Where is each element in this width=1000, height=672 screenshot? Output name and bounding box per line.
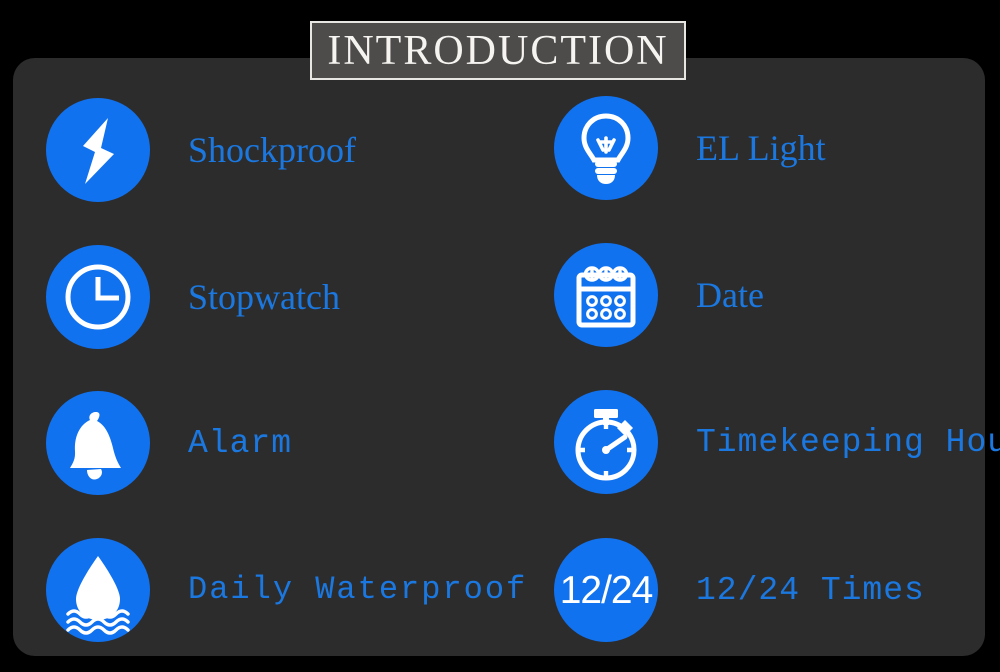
page-title-box: INTRODUCTION [310,21,686,80]
feature-label-alarm: Alarm [188,424,293,462]
feature-label-shockproof: Shockproof [188,130,356,170]
twelve-twentyfour-icon: 12/24 [554,538,658,642]
page-title: INTRODUCTION [327,27,669,74]
stopwatch-icon [554,390,658,494]
feature-label-12-24-times: 12/24 Times [696,571,925,609]
feature-label-el-light: EL Light [696,128,826,168]
feature-item-shockproof: Shockproof [46,98,356,202]
feature-label-stopwatch: Stopwatch [188,277,340,317]
feature-label-daily-waterproof: Daily Waterproof [188,571,528,608]
twelve-twentyfour-icon-text: 12/24 [559,568,654,612]
calendar-icon [554,243,658,347]
feature-item-daily-waterproof: Daily Waterproof [46,538,527,642]
introduction-panel-screenshot: INTRODUCTION Shockproof Stopwatch Alarm … [0,0,1000,672]
feature-item-stopwatch: Stopwatch [46,245,340,349]
feature-item-date: Date [554,243,764,347]
water-drop-icon [46,538,150,642]
feature-item-el-light: EL Light [554,96,826,200]
bell-icon [46,391,150,495]
feature-item-12-24-times: 12/24 12/24 Times [554,538,925,642]
feature-label-timekeeping-hour: Timekeeping Hour [696,423,1000,461]
lightning-bolt-icon [46,98,150,202]
light-bulb-icon [554,96,658,200]
feature-item-alarm: Alarm [46,391,292,495]
feature-label-date: Date [696,275,764,315]
feature-item-timekeeping-hour: Timekeeping Hour [554,390,1000,494]
clock-icon [46,245,150,349]
